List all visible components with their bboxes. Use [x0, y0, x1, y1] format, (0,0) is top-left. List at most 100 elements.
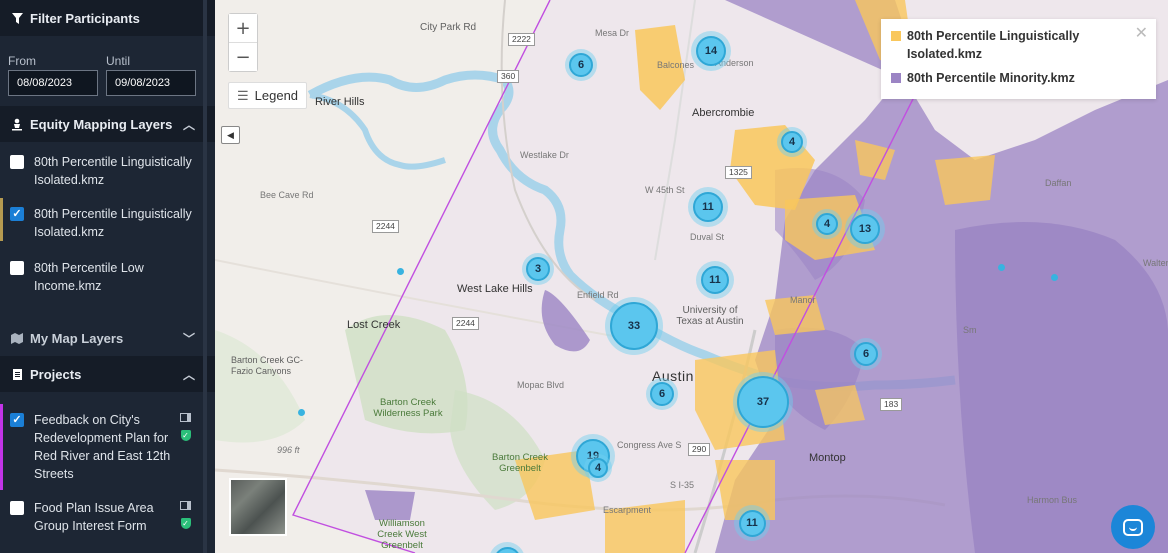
map-canvas[interactable]: City Park Rd River Hills Mesa Dr Balcone…: [215, 0, 1168, 553]
sidebar: Filter Participants From Until Equity Ma…: [0, 0, 215, 553]
map-label: Manor: [790, 295, 816, 305]
participant-cluster[interactable]: 6: [565, 49, 597, 81]
participant-marker[interactable]: [298, 409, 305, 416]
map-label: University of Texas at Austin: [676, 305, 744, 327]
from-date-input[interactable]: [8, 70, 98, 96]
map-label: Walter Metr: [1143, 258, 1168, 268]
equity-mapping-header[interactable]: Equity Mapping Layers ︿: [0, 106, 215, 142]
legend-item: 80th Percentile Minority.kmz: [881, 63, 1156, 87]
project-checkbox[interactable]: [10, 501, 24, 515]
layer-item-ling-isolated-2[interactable]: 80th Percentile Linguistically Isolated.…: [0, 198, 215, 241]
highway-shield: 290: [688, 443, 711, 456]
participant-marker[interactable]: [397, 268, 404, 275]
satellite-basemap-toggle[interactable]: [229, 478, 287, 536]
zoom-control: + −: [228, 13, 258, 72]
map-label: Montop: [809, 452, 846, 464]
map-label: Balcones: [657, 60, 695, 70]
layer-item-ling-isolated-1[interactable]: 80th Percentile Linguistically Isolated.…: [0, 146, 215, 189]
legend-button-label: Legend: [254, 88, 299, 103]
highway-shield: 1325: [725, 166, 752, 179]
highway-shield: 2244: [452, 317, 479, 330]
chevron-up-icon[interactable]: ︿: [183, 366, 195, 383]
project-label: Feedback on City's Redevelopment Plan fo…: [34, 413, 171, 481]
project-item-food-plan[interactable]: Food Plan Issue Area Group Interest Form…: [0, 492, 215, 535]
project-checkbox[interactable]: [10, 413, 24, 427]
map-label: Lost Creek: [347, 319, 401, 331]
project-item-red-river[interactable]: Feedback on City's Redevelopment Plan fo…: [0, 404, 215, 490]
map-label: W 45th St: [645, 185, 685, 195]
participant-cluster[interactable]: 6: [646, 378, 678, 410]
participant-cluster[interactable]: 4: [584, 454, 612, 482]
layer-checkbox[interactable]: [10, 261, 24, 275]
highway-shield: 360: [497, 70, 520, 83]
map-label: Sm: [963, 325, 977, 335]
map-label: Escarpment: [603, 505, 652, 515]
legend-swatch: [891, 73, 901, 83]
person-pin-icon: [10, 118, 24, 131]
map-label: Mopac Blvd: [517, 380, 565, 390]
chevron-down-icon[interactable]: ﹀: [183, 330, 195, 347]
highway-shield: 2244: [372, 220, 399, 233]
map-label: West Lake Hills: [457, 283, 533, 295]
participant-cluster[interactable]: 6: [850, 338, 882, 370]
funnel-icon: [10, 12, 24, 24]
until-label: Until: [106, 54, 131, 68]
participant-marker[interactable]: [998, 264, 1005, 271]
participant-cluster[interactable]: 11: [734, 505, 770, 541]
map-label: Congress Ave S: [617, 440, 682, 450]
participant-cluster[interactable]: 3: [522, 253, 554, 285]
projects-header[interactable]: Projects ︿: [0, 356, 215, 392]
legend-label: 80th Percentile Minority.kmz: [907, 71, 1075, 85]
map-label: Barton Creek Greenbelt: [492, 452, 548, 474]
participant-cluster[interactable]: 13: [845, 209, 885, 249]
my-map-layers-header[interactable]: My Map Layers ﹀: [0, 320, 215, 356]
shield-check-icon: ✓: [180, 430, 191, 441]
map-label: Harmon Bus: [1027, 495, 1078, 505]
participant-cluster[interactable]: 11: [688, 187, 728, 227]
filter-participants-title: Filter Participants: [30, 10, 140, 26]
legend-button[interactable]: ☰ Legend: [228, 82, 308, 109]
layer-label: 80th Percentile Low Income.kmz: [34, 261, 144, 293]
layer-label: 80th Percentile Linguistically Isolated.…: [34, 155, 192, 187]
legend-item: 80th Percentile Linguistically Isolated.…: [881, 19, 1156, 63]
book-icon[interactable]: [180, 413, 191, 422]
map-label: River Hills: [315, 96, 365, 108]
caret-left-icon: ◀: [227, 129, 234, 140]
map-label: 996 ft: [277, 445, 300, 455]
shield-check-icon: ✓: [180, 518, 191, 529]
collapse-sidebar-button[interactable]: ◀: [221, 126, 240, 144]
map-label: Williamson Creek West Greenbelt: [377, 518, 427, 551]
map-label: Westlake Dr: [520, 150, 569, 160]
filter-participants-header[interactable]: Filter Participants: [0, 0, 215, 36]
map-label: Mesa Dr: [595, 28, 630, 38]
book-icon[interactable]: [180, 501, 191, 510]
map-label: Barton Creek GC-Fazio Canyons: [231, 355, 304, 376]
participant-cluster[interactable]: 4: [777, 127, 807, 157]
map-label: City Park Rd: [420, 22, 477, 33]
participant-cluster[interactable]: 11: [696, 261, 734, 299]
chat-button[interactable]: [1111, 505, 1155, 549]
participant-cluster[interactable]: 33: [605, 297, 663, 355]
chevron-up-icon[interactable]: ︿: [183, 116, 195, 133]
close-icon[interactable]: ✕: [1135, 23, 1148, 43]
my-map-layers-title: My Map Layers: [30, 330, 124, 346]
zoom-out-button[interactable]: −: [229, 43, 257, 71]
projects-title: Projects: [30, 366, 82, 382]
map-label: Daffan: [1045, 178, 1072, 188]
date-range: From Until: [0, 54, 215, 96]
until-date-input[interactable]: [106, 70, 196, 96]
chat-bubble-icon: [1123, 518, 1143, 536]
legend-label: 80th Percentile Linguistically Isolated.…: [907, 29, 1080, 61]
zoom-in-button[interactable]: +: [229, 14, 257, 42]
map-label: Duval St: [690, 232, 725, 242]
sidebar-scrollbar[interactable]: [203, 0, 207, 553]
document-icon: [10, 368, 24, 380]
participant-cluster[interactable]: 14: [691, 31, 731, 71]
layer-checkbox[interactable]: [10, 155, 24, 169]
participant-cluster[interactable]: 37: [733, 372, 793, 432]
participant-marker[interactable]: [1051, 274, 1058, 281]
layer-checkbox[interactable]: [10, 207, 24, 221]
legend-swatch: [891, 31, 901, 41]
layer-item-low-income[interactable]: 80th Percentile Low Income.kmz: [0, 252, 215, 295]
participant-cluster[interactable]: 4: [812, 209, 842, 239]
